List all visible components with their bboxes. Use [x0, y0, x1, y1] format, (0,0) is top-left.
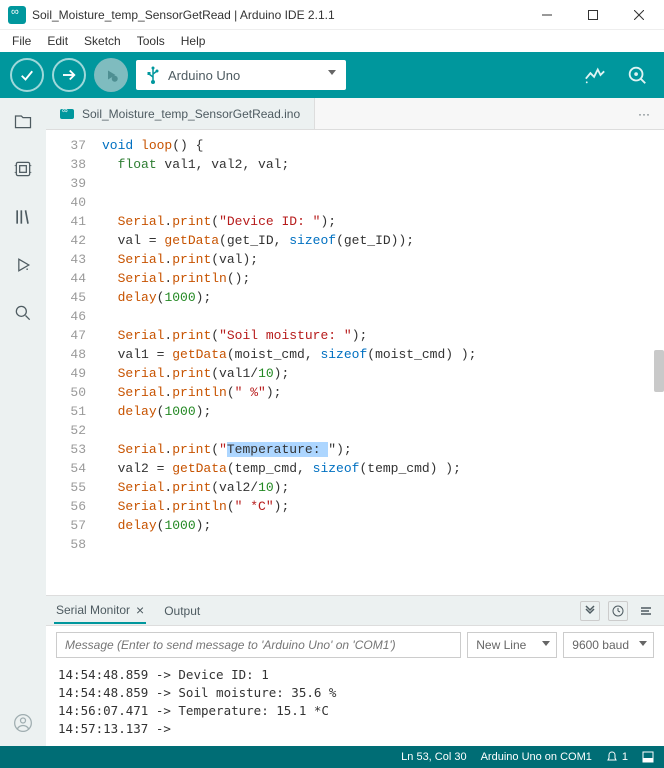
board-selector[interactable]: Arduino Uno — [136, 60, 346, 90]
arduino-logo-icon — [8, 6, 26, 24]
menu-help[interactable]: Help — [173, 32, 214, 50]
notification-count: 1 — [622, 751, 628, 763]
upload-button[interactable] — [52, 58, 86, 92]
window-title: Soil_Moisture_temp_SensorGetRead | Ardui… — [32, 8, 524, 22]
serial-plotter-button[interactable] — [578, 64, 612, 86]
serial-monitor-tab[interactable]: Serial Monitor × — [54, 598, 146, 624]
main-area: Soil_Moisture_temp_SensorGetRead.ino ···… — [46, 98, 664, 746]
usb-icon — [146, 66, 160, 84]
tab-label: Output — [164, 604, 200, 618]
verify-button[interactable] — [10, 58, 44, 92]
tab-filename: Soil_Moisture_temp_SensorGetRead.ino — [82, 107, 300, 121]
account-button[interactable] — [12, 712, 34, 734]
chevron-down-icon — [328, 70, 336, 75]
dropdown-value: 9600 baud — [572, 638, 629, 652]
close-button[interactable] — [616, 0, 662, 30]
bottom-panel: Serial Monitor × Output New Line — [46, 595, 664, 746]
bottom-panel-tabs: Serial Monitor × Output — [46, 596, 664, 626]
cursor-position[interactable]: Ln 53, Col 30 — [401, 751, 466, 763]
notifications-button[interactable]: 1 — [606, 751, 628, 763]
sketchbook-button[interactable] — [12, 110, 34, 132]
chevron-down-icon — [542, 641, 550, 646]
timestamp-toggle[interactable] — [608, 601, 628, 621]
debug-sidebar-button[interactable] — [12, 254, 34, 276]
autoscroll-toggle[interactable] — [580, 601, 600, 621]
status-board[interactable]: Arduino Uno on COM1 — [481, 751, 592, 763]
bell-icon — [606, 751, 618, 763]
statusbar: Ln 53, Col 30 Arduino Uno on COM1 1 — [0, 746, 664, 768]
close-icon[interactable]: × — [136, 602, 144, 618]
titlebar: Soil_Moisture_temp_SensorGetRead | Ardui… — [0, 0, 664, 30]
minimize-button[interactable] — [524, 0, 570, 30]
menu-sketch[interactable]: Sketch — [76, 32, 129, 50]
menubar: File Edit Sketch Tools Help — [0, 30, 664, 52]
menu-tools[interactable]: Tools — [129, 32, 173, 50]
menu-edit[interactable]: Edit — [39, 32, 76, 50]
arduino-file-icon — [60, 109, 74, 119]
panel-actions — [580, 601, 656, 621]
maximize-button[interactable] — [570, 0, 616, 30]
toolbar: Arduino Uno — [0, 52, 664, 98]
line-number-gutter: 3738394041424344454647484950515253545556… — [46, 130, 94, 595]
boards-manager-button[interactable] — [12, 158, 34, 180]
tab-overflow-button[interactable]: ··· — [624, 98, 664, 129]
dropdown-value: New Line — [476, 638, 526, 652]
clear-output-button[interactable] — [636, 601, 656, 621]
editor-tab[interactable]: Soil_Moisture_temp_SensorGetRead.ino — [46, 98, 315, 129]
serial-message-input[interactable] — [56, 632, 461, 658]
window-controls — [524, 0, 662, 30]
code-content[interactable]: void loop() { float val1, val2, val; Ser… — [94, 130, 664, 595]
chevron-down-icon — [639, 641, 647, 646]
sidebar — [0, 98, 46, 746]
serial-monitor-controls: New Line 9600 baud — [46, 626, 664, 664]
workarea: Soil_Moisture_temp_SensorGetRead.ino ···… — [0, 98, 664, 746]
line-ending-dropdown[interactable]: New Line — [467, 632, 557, 658]
serial-monitor-button[interactable] — [620, 64, 654, 86]
search-button[interactable] — [12, 302, 34, 324]
output-tab[interactable]: Output — [162, 600, 202, 622]
editor-tabs: Soil_Moisture_temp_SensorGetRead.ino ··· — [46, 98, 664, 130]
library-manager-button[interactable] — [12, 206, 34, 228]
scrollbar-thumb[interactable] — [654, 350, 664, 392]
menu-file[interactable]: File — [4, 32, 39, 50]
close-panel-button[interactable] — [642, 751, 654, 763]
serial-monitor-output[interactable]: 14:54:48.859 -> Device ID: 1 14:54:48.85… — [46, 664, 664, 746]
debug-button[interactable] — [94, 58, 128, 92]
board-name: Arduino Uno — [168, 68, 240, 83]
code-editor[interactable]: 3738394041424344454647484950515253545556… — [46, 130, 664, 595]
baud-rate-dropdown[interactable]: 9600 baud — [563, 632, 654, 658]
tab-label: Serial Monitor — [56, 603, 130, 617]
